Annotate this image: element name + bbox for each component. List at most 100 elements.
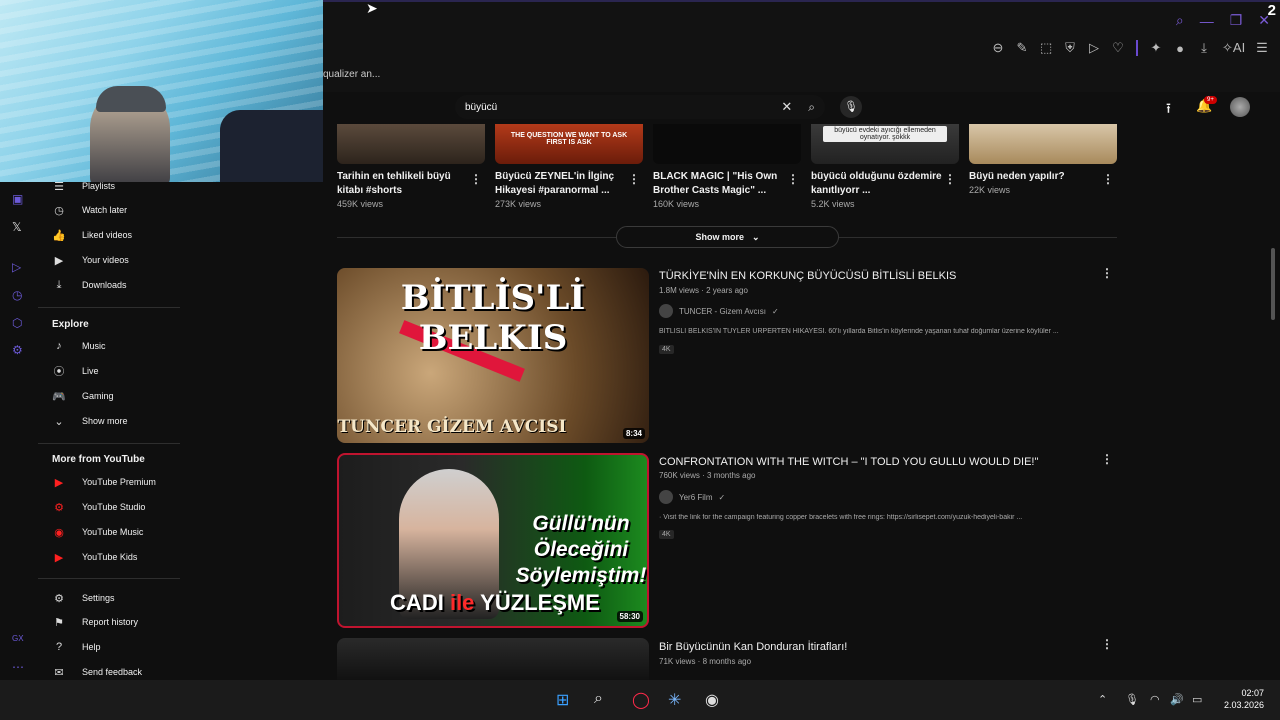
more-options-icon[interactable]: ⋮: [1101, 637, 1113, 651]
obs-icon[interactable]: ◉: [705, 690, 719, 710]
channel-name[interactable]: Yer6 Film: [679, 493, 713, 502]
menu-icon[interactable]: ☰: [1256, 40, 1268, 56]
more-options-icon[interactable]: ⋮: [628, 172, 640, 186]
short-thumbnail[interactable]: THE QUESTION WE WANT TO ASK FIRST IS ASK: [495, 124, 643, 164]
4k-badge: 4K: [659, 345, 674, 354]
more-icon[interactable]: ⋯: [12, 660, 24, 674]
more-options-icon[interactable]: ⋮: [1101, 266, 1113, 280]
sidebar-item-watch-later[interactable]: ◷ Watch later: [52, 202, 127, 218]
live-icon: ⦿: [53, 366, 65, 378]
pin-icon[interactable]: ✎: [1016, 40, 1028, 56]
video-title[interactable]: Bir Büyücünün Kan Donduran İtirafları!: [659, 641, 847, 653]
channel-name[interactable]: TUNCER - Gizem Avcısı: [679, 307, 766, 316]
sidebar-item-your-videos[interactable]: ▶ Your videos: [52, 252, 129, 268]
extensions-icon[interactable]: ✦: [1150, 40, 1162, 56]
channel-avatar[interactable]: [659, 490, 673, 504]
sidebar-item-youtube-music[interactable]: ◉ YouTube Music: [52, 524, 143, 540]
chevron-up-icon[interactable]: ⌃: [1098, 693, 1107, 706]
search-icon[interactable]: ⌕: [594, 690, 603, 708]
zoom-out-icon[interactable]: ⊖: [992, 40, 1004, 56]
shield-icon[interactable]: ⛨: [1064, 40, 1076, 56]
ai-icon[interactable]: ✧AI: [1222, 40, 1245, 56]
channel-link[interactable]: Yer6 Film ✓: [659, 490, 725, 504]
battery-icon[interactable]: ▭: [1192, 693, 1202, 706]
microphone-icon[interactable]: 🎙: [840, 96, 862, 118]
microphone-icon[interactable]: 🎙: [1125, 693, 1139, 706]
sidebar-item-downloads[interactable]: ⤓ Downloads: [52, 277, 127, 293]
search-icon[interactable]: ⌕: [808, 100, 815, 115]
upload-icon[interactable]: ⭱: [1166, 98, 1171, 122]
clear-search-icon[interactable]: ✕: [781, 99, 792, 115]
chevron-down-icon: ⌄: [751, 231, 760, 242]
sidebar-item-label: Watch later: [82, 205, 128, 215]
video-thumbnail[interactable]: [337, 638, 649, 680]
sidebar-item-liked-videos[interactable]: 👍 Liked videos: [52, 227, 132, 243]
more-options-icon[interactable]: ⋮: [944, 172, 956, 186]
scrollbar[interactable]: [1271, 248, 1275, 320]
video-title[interactable]: TÜRKİYE'NİN EN KORKUNÇ BÜYÜCÜSÜ BİTLİSLİ…: [659, 270, 956, 282]
chair: [220, 110, 323, 182]
short-thumbnail[interactable]: [337, 124, 485, 164]
flag-icon: ⚑: [54, 616, 64, 629]
short-thumbnail[interactable]: [969, 124, 1117, 164]
show-more-button[interactable]: Show more ⌄: [616, 226, 839, 248]
profile-icon[interactable]: ●: [1174, 41, 1186, 56]
gear-icon[interactable]: ⚙: [12, 343, 23, 357]
avatar[interactable]: [1230, 97, 1250, 117]
restore-icon[interactable]: ❐: [1230, 12, 1243, 29]
video-thumbnail[interactable]: Güllü'nün Öleceğini Söylemiştim! CADI ile …: [337, 453, 649, 628]
short-title[interactable]: Tarihin en tehlikeli büyü kitabı #shorts: [337, 170, 451, 198]
short-title[interactable]: BLACK MAGIC | "His Own Brother Casts Magi…: [653, 170, 777, 198]
history-icon[interactable]: ◷: [12, 288, 22, 302]
download-icon[interactable]: ⤓: [1198, 40, 1210, 56]
gx-icon[interactable]: GX: [12, 634, 24, 643]
x-icon[interactable]: 𝕏: [12, 220, 22, 234]
clock[interactable]: 02:07 2.03.2026: [1224, 687, 1264, 711]
channel-avatar[interactable]: [659, 304, 673, 318]
short-thumbnail[interactable]: [653, 124, 801, 164]
sidebar-item-music[interactable]: ♪ Music: [52, 338, 105, 354]
sidebar-item-settings[interactable]: ⚙ Settings: [52, 590, 114, 606]
video-description: · Visit the link for the campaign featur…: [659, 514, 1023, 521]
search-icon[interactable]: ⌕: [1176, 12, 1184, 29]
sidebar-item-help[interactable]: ? Help: [52, 639, 101, 655]
short-title[interactable]: Büyücü ZEYNEL'in İlginç Hikayesi #paranor…: [495, 170, 614, 198]
sidebar-item-label: Show more: [82, 416, 128, 426]
search-input[interactable]: büyücü: [465, 102, 781, 113]
more-options-icon[interactable]: ⋮: [1102, 172, 1114, 186]
opera-gx-icon[interactable]: ◯: [632, 690, 650, 710]
tab-title[interactable]: qualizer an...: [323, 69, 380, 80]
play-icon[interactable]: ▷: [1088, 40, 1100, 56]
sidebar-item-send-feedback[interactable]: ✉ Send feedback: [52, 664, 142, 680]
sidebar-item-gaming[interactable]: 🎮 Gaming: [52, 388, 113, 404]
gaming-icon: 🎮: [52, 390, 66, 403]
short-title[interactable]: Büyü neden yapılır?: [969, 170, 1065, 184]
short-views: 160K views: [653, 199, 700, 209]
thumbnail-text: Güllü'nün Öleceğini Söylemiştim!: [515, 512, 647, 587]
heart-icon[interactable]: ♡: [1112, 40, 1124, 56]
more-options-icon[interactable]: ⋮: [470, 172, 482, 186]
minimize-icon[interactable]: —: [1200, 13, 1214, 29]
short-title[interactable]: büyücü olduğunu özdemire kanıtlıyorr ...: [811, 170, 942, 198]
more-options-icon[interactable]: ⋮: [1101, 452, 1113, 466]
wifi-icon[interactable]: ◠: [1150, 693, 1160, 706]
sidebar-item-report-history[interactable]: ⚑ Report history: [52, 614, 138, 630]
sidebar-item-youtube-studio[interactable]: ⚙ YouTube Studio: [52, 499, 145, 515]
sidebar-item-youtube-kids[interactable]: ▶ YouTube Kids: [52, 549, 138, 565]
short-thumbnail[interactable]: büyücü evdeki ayıcığı ellemeden oynatıyo…: [811, 124, 959, 164]
video-thumbnail[interactable]: BİTLİS'Lİ BELKIS TUNCER GİZEM AVCISI 8:3…: [337, 268, 649, 443]
sidebar-item-youtube-premium[interactable]: ▶ YouTube Premium: [52, 474, 156, 490]
more-options-icon[interactable]: ⋮: [787, 172, 799, 186]
channel-link[interactable]: TUNCER - Gizem Avcısı ✓: [659, 304, 779, 318]
app-icon[interactable]: ✳: [668, 690, 681, 710]
player-icon[interactable]: ▷: [12, 260, 21, 274]
sidebar-item-live[interactable]: ⦿ Live: [52, 363, 99, 379]
sidebar-item-show-more[interactable]: ⌄ Show more: [52, 413, 128, 429]
windows-start-icon[interactable]: ⊞: [556, 690, 569, 710]
twitch-icon[interactable]: ▣: [12, 192, 23, 206]
extensions-icon[interactable]: ⬡: [12, 316, 22, 330]
volume-icon[interactable]: 🔊: [1170, 693, 1184, 706]
video-title[interactable]: CONFRONTATION WITH THE WITCH – "I TOLD Y…: [659, 456, 1038, 468]
snapshot-icon[interactable]: ⬚: [1040, 40, 1052, 56]
search-box[interactable]: büyücü ✕ ⌕: [455, 95, 825, 119]
